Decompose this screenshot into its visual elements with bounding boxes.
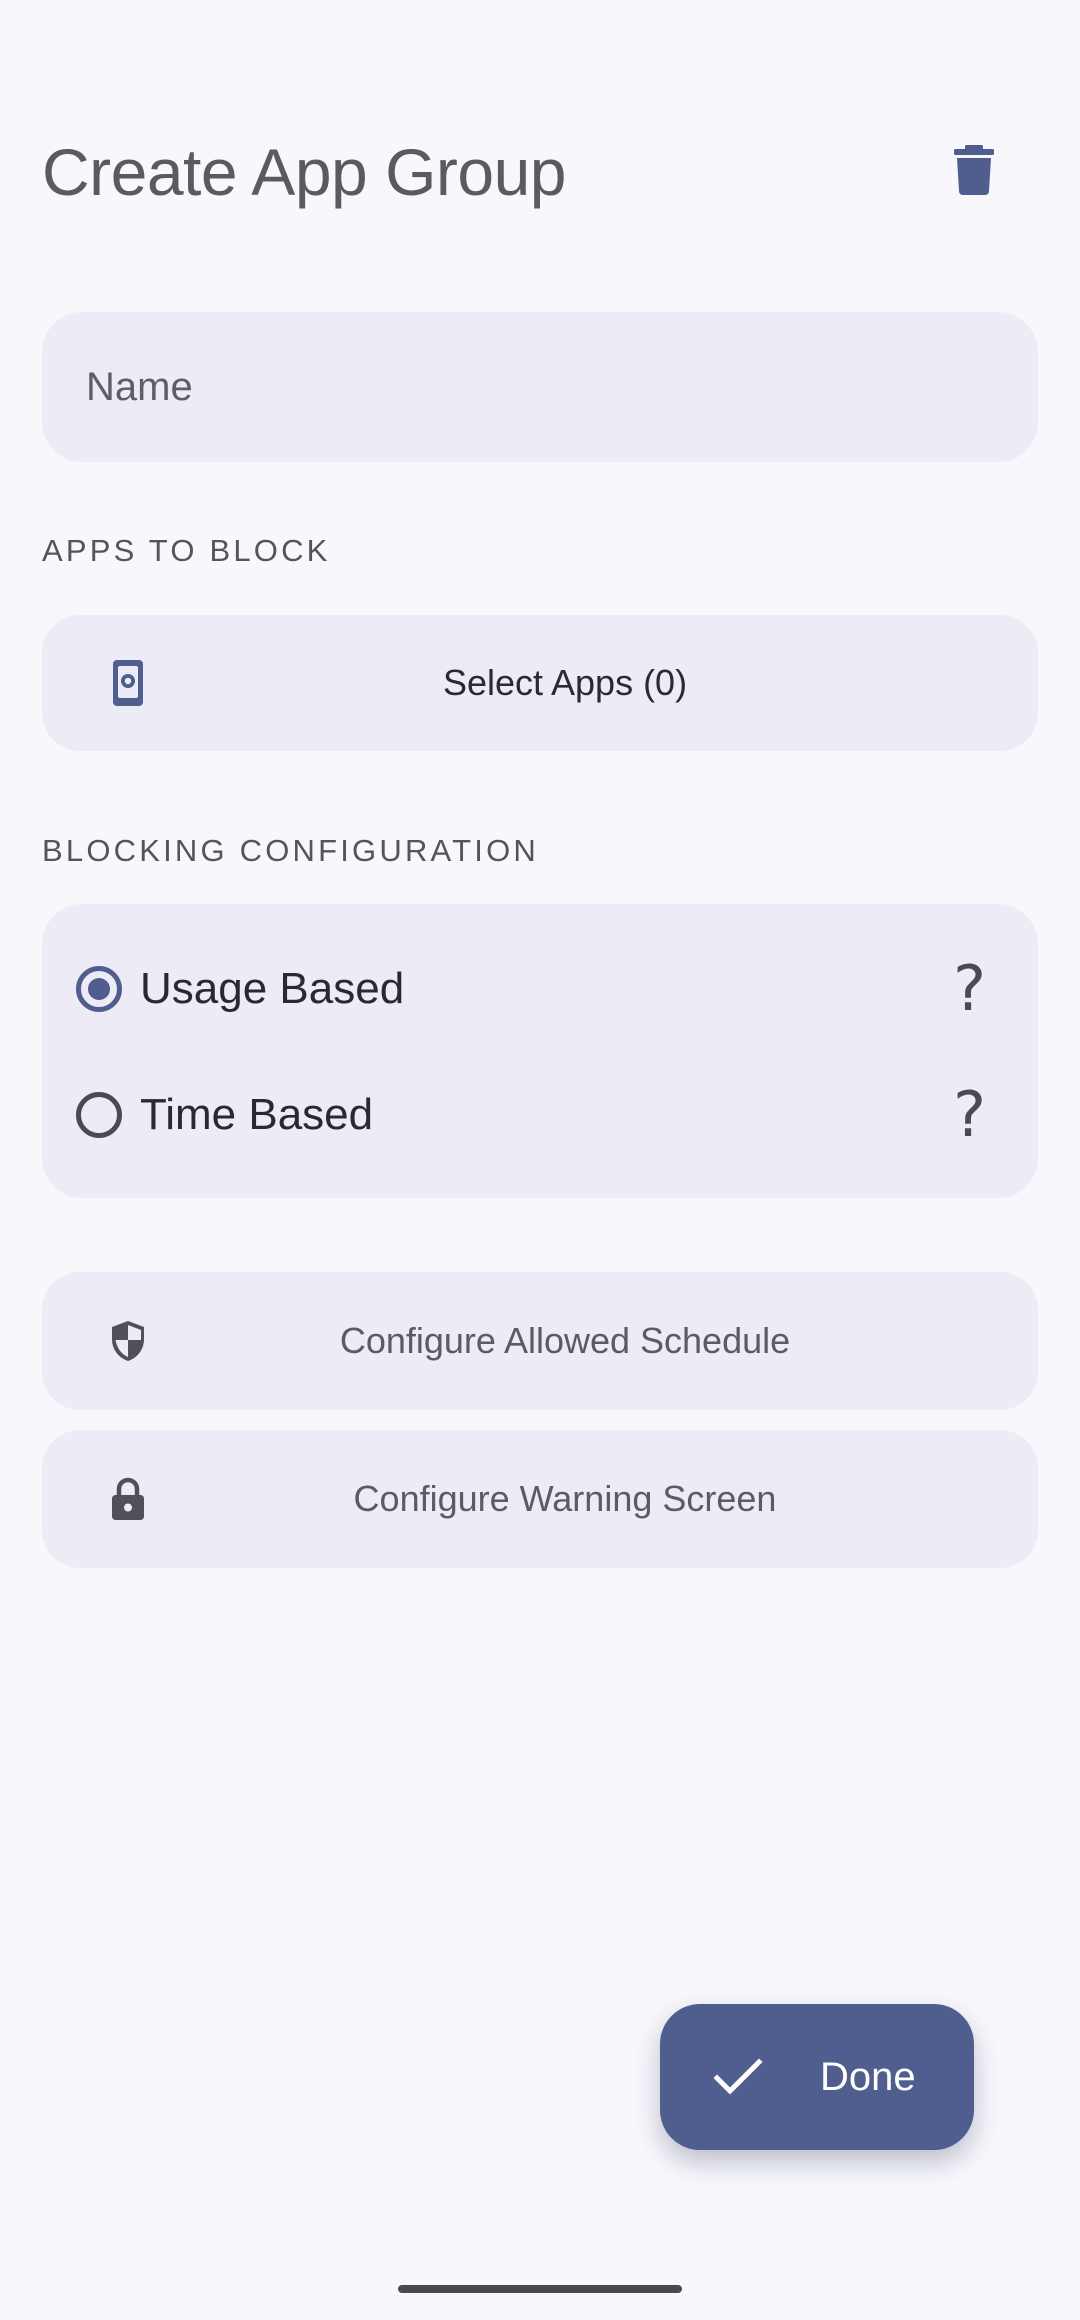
lock-icon [106,1473,150,1525]
usage-based-help-icon[interactable]: ? [953,958,986,1020]
home-indicator[interactable] [398,2285,682,2293]
time-based-help-icon[interactable]: ? [953,1084,986,1146]
check-icon [712,2051,764,2103]
configure-allowed-schedule-button[interactable]: Configure Allowed Schedule [42,1272,1038,1410]
time-based-option[interactable]: Time Based ? [76,1070,1006,1160]
phone-app-icon [106,657,150,709]
blocking-config-card: Usage Based ? Time Based ? [42,904,1038,1198]
apps-section-label: APPS TO BLOCK [42,533,331,568]
usage-based-option[interactable]: Usage Based ? [76,944,1006,1034]
shield-icon [106,1315,150,1367]
usage-based-label: Usage Based [140,964,405,1013]
name-field[interactable] [42,312,1038,462]
configure-warning-screen-button[interactable]: Configure Warning Screen [42,1430,1038,1568]
configure-allowed-schedule-label: Configure Allowed Schedule [339,1320,791,1361]
select-apps-label: Select Apps (0) [442,662,688,703]
blocking-section-label: BLOCKING CONFIGURATION [42,833,539,868]
time-based-radio[interactable] [76,1092,122,1138]
done-button[interactable]: Done [660,2004,974,2150]
trash-icon [954,145,994,195]
select-apps-button[interactable]: Select Apps (0) [42,615,1038,751]
done-label: Done [820,2054,916,2099]
delete-button[interactable] [938,134,1010,206]
time-based-label: Time Based [140,1090,374,1139]
configure-warning-screen-label: Configure Warning Screen [353,1478,777,1519]
name-input[interactable] [84,363,1038,411]
page-title: Create App Group [42,135,567,209]
usage-based-radio[interactable] [76,966,122,1012]
